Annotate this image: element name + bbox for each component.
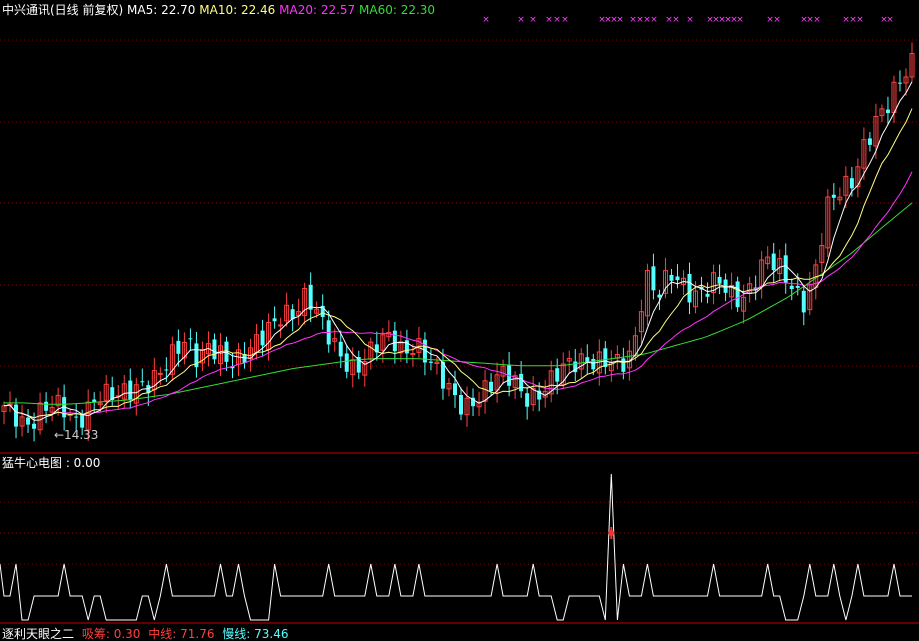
ma10-legend: MA10: 22.46 (199, 3, 276, 17)
signal-marker: × (616, 15, 624, 25)
candle-body-down (621, 358, 626, 372)
candle-body-down (272, 318, 277, 322)
chart-title: 中兴通讯(日线 前复权) MA5: 22.70 MA10: 22.46 MA20… (2, 3, 435, 17)
candle-body-down (783, 255, 788, 283)
candle-body-down (260, 330, 265, 346)
signal-marker: × (856, 15, 864, 25)
ma60-line (4, 202, 913, 405)
slow-line-value: 慢线: 73.46 (222, 627, 289, 641)
ma5-legend: MA5: 22.70 (127, 3, 196, 17)
mid-line-value: 中线: 71.76 (148, 627, 215, 641)
candle-body-down (897, 82, 902, 84)
candle-body-down (795, 285, 800, 288)
candle-body-down (675, 276, 680, 281)
signal-marker: × (553, 15, 561, 25)
signal-marker: × (482, 15, 490, 25)
candle-body-down (525, 393, 530, 407)
candle-body-down (14, 404, 19, 427)
low-price-annotation: ←14.33 (54, 428, 99, 442)
moving-average-lines (3, 81, 913, 421)
candlesticks (1, 42, 915, 442)
indicator-label: 猛牛心电图 : 0.00 (2, 456, 101, 470)
candle-body-down (212, 339, 217, 360)
top-markers: × × × × × × ×××× × × × × × × × ×××××× × × ×× × × × × ×× (482, 15, 894, 25)
ma60-legend: MA60: 22.30 (359, 3, 436, 17)
candle-body-down (392, 330, 397, 352)
stock-name-label: 中兴通讯(日线 前复权) (2, 3, 124, 17)
bottom-indicator-label: 逐利天眼之二 吸筹: 0.30 中线: 71.76 慢线: 73.46 (2, 627, 289, 641)
grid-lines (0, 39, 919, 624)
candle-body-down (92, 399, 97, 403)
candle-body-down (80, 414, 85, 428)
candle-body-down (452, 383, 457, 396)
candle-body-down (32, 423, 37, 429)
candle-body-down (164, 369, 169, 371)
candle-body-down (687, 273, 692, 303)
candle-body-down (555, 368, 560, 382)
heartbeat-line (0, 473, 912, 621)
signal-marker: × (517, 15, 525, 25)
candle-body-down (26, 417, 31, 425)
candle-body-down (428, 361, 433, 363)
candle-body-down (801, 290, 806, 313)
signal-marker: × (650, 15, 658, 25)
candle-body-down (128, 380, 133, 400)
candle-body-down (603, 348, 608, 367)
ma20-legend: MA20: 22.57 (279, 3, 356, 17)
signal-marker: × (545, 15, 553, 25)
candle-body-down (44, 401, 49, 411)
signal-marker: × (686, 15, 694, 25)
candle-body-down (519, 373, 524, 392)
ma20-line (3, 171, 913, 419)
candle-body-down (459, 395, 464, 415)
candle-body-up (278, 324, 284, 327)
candle-body-down (867, 138, 872, 145)
ma10-line (3, 108, 913, 419)
candle-body-down (344, 353, 349, 372)
candle-body-down (705, 293, 710, 297)
signal-marker: × (813, 15, 821, 25)
signal-marker: × (886, 15, 894, 25)
signal-marker: × (529, 15, 537, 25)
candle-body-down (338, 341, 343, 357)
signal-marker: × (672, 15, 680, 25)
candle-body-down (74, 416, 79, 418)
candle-body-down (885, 109, 890, 114)
candle-body-down (176, 340, 181, 354)
ma5-line (3, 81, 913, 421)
candle-body-down (669, 274, 674, 281)
candle-body-down (651, 266, 656, 291)
candle-body-down (489, 381, 494, 392)
signal-marker: × (736, 15, 744, 25)
bottom-indicator-title: 逐利天眼之二 (2, 627, 75, 641)
stock-chart: × × × × × × ×××× × × × × × × × ×××××× × × ×× × × × × ×× (0, 15, 919, 624)
candle-body-down (849, 178, 854, 189)
candle-body-down (831, 194, 836, 198)
candle-body-down (771, 253, 776, 271)
candle-body-down (308, 284, 313, 310)
candle-body-down (717, 276, 722, 284)
candle-body-down (789, 285, 794, 290)
candle-body-down (735, 281, 740, 308)
signal-marker: × (773, 15, 781, 25)
candle-body-down (591, 358, 596, 370)
candle-body-down (188, 338, 193, 340)
candle-body-down (140, 381, 145, 383)
signal-marker: × (561, 15, 569, 25)
indicator-line (0, 473, 912, 621)
absorb-value: 吸筹: 0.30 (81, 627, 141, 641)
